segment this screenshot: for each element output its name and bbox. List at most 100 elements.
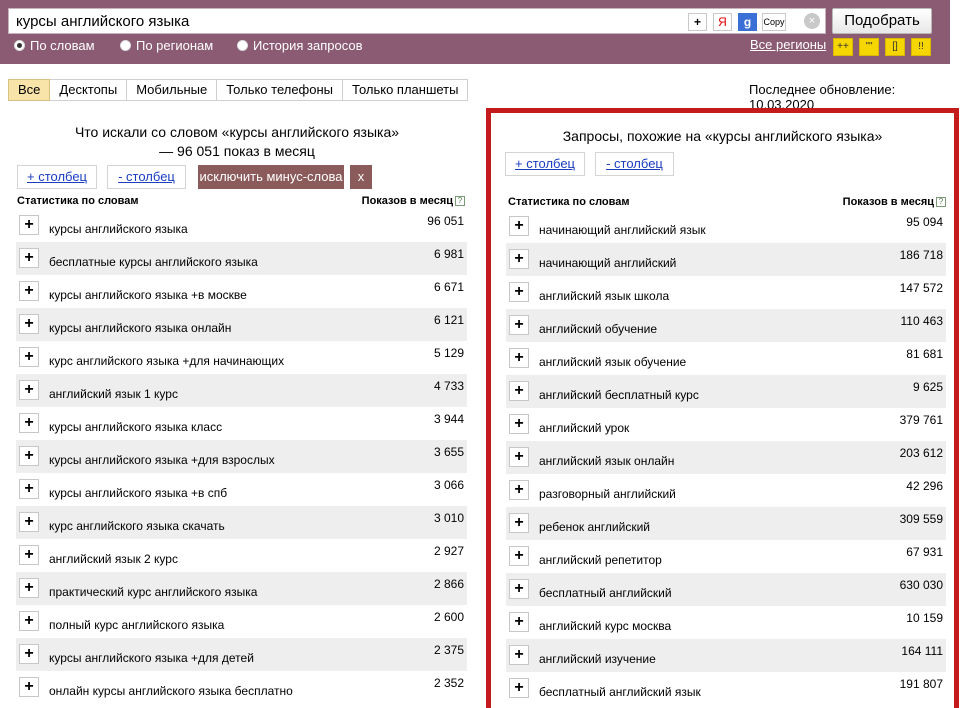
help-icon[interactable]: ? bbox=[455, 196, 465, 206]
tool-button-exclamation[interactable]: !! bbox=[911, 38, 931, 56]
radio-checked-icon[interactable] bbox=[14, 39, 25, 51]
table-row: + курсы английского языка +в москве 6 671 bbox=[16, 275, 467, 308]
add-phrase-button[interactable]: + bbox=[19, 215, 39, 235]
add-phrase-button[interactable]: + bbox=[19, 512, 39, 532]
add-phrase-button[interactable]: + bbox=[509, 612, 529, 632]
phrase-link[interactable]: начинающий английский bbox=[539, 256, 676, 270]
add-phrase-button[interactable]: + bbox=[509, 480, 529, 500]
phrase-link[interactable]: английский язык 2 курс bbox=[49, 552, 178, 566]
add-phrase-button[interactable]: + bbox=[509, 513, 529, 533]
table-row: + английский урок 379 761 bbox=[506, 408, 946, 441]
add-phrase-button[interactable]: + bbox=[19, 479, 39, 499]
search-input[interactable]: курсы английского языка + Я g Copy × bbox=[8, 8, 826, 34]
phrase-link[interactable]: английский урок bbox=[539, 421, 629, 435]
exclude-minus-words-button[interactable]: исключить минус-слова bbox=[198, 165, 344, 189]
add-phrase-button[interactable]: + bbox=[19, 644, 39, 664]
remove-column-button[interactable]: - столбец bbox=[107, 165, 186, 189]
phrase-link[interactable]: бесплатный английский bbox=[539, 586, 672, 600]
phrase-link[interactable]: разговорный английский bbox=[539, 487, 676, 501]
phrase-link[interactable]: начинающий английский язык bbox=[539, 223, 706, 237]
phrase-link[interactable]: курс английского языка +для начинающих bbox=[49, 354, 284, 368]
add-phrase-button[interactable]: + bbox=[19, 545, 39, 565]
add-phrase-button[interactable]: + bbox=[509, 381, 529, 401]
add-phrase-button[interactable]: + bbox=[19, 446, 39, 466]
add-phrase-button[interactable]: + bbox=[509, 678, 529, 698]
phrase-link[interactable]: онлайн курсы английского языка бесплатно bbox=[49, 684, 293, 698]
tab-desktops[interactable]: Десктопы bbox=[50, 79, 128, 101]
remove-column-button[interactable]: - столбец bbox=[595, 152, 674, 176]
tab-all[interactable]: Все bbox=[8, 79, 51, 101]
radio-icon[interactable] bbox=[120, 39, 131, 51]
add-phrase-button[interactable]: + bbox=[19, 314, 39, 334]
phrase-link[interactable]: бесплатный английский язык bbox=[539, 685, 701, 699]
search-query-text[interactable]: курсы английского языка bbox=[16, 13, 189, 30]
phrase-link[interactable]: курсы английского языка +в спб bbox=[49, 486, 227, 500]
add-phrase-button[interactable]: + bbox=[19, 248, 39, 268]
clear-icon[interactable]: × bbox=[804, 13, 820, 29]
phrase-link[interactable]: английский язык онлайн bbox=[539, 454, 674, 468]
google-search-icon[interactable]: g bbox=[738, 13, 757, 31]
add-phrase-button[interactable]: + bbox=[19, 413, 39, 433]
mode-history[interactable]: История запросов bbox=[237, 37, 363, 53]
add-phrase-button[interactable]: + bbox=[509, 348, 529, 368]
impressions-count: 10 159 bbox=[906, 611, 943, 625]
phrase-link[interactable]: курсы английского языка класс bbox=[49, 420, 222, 434]
add-phrase-button[interactable]: + bbox=[19, 281, 39, 301]
device-tabs: Все Десктопы Мобильные Только телефоны Т… bbox=[8, 79, 469, 101]
phrase-link[interactable]: курс английского языка скачать bbox=[49, 519, 225, 533]
phrase-link[interactable]: английский изучение bbox=[539, 652, 656, 666]
close-button[interactable]: x bbox=[350, 165, 372, 189]
tool-button-quotes[interactable]: "" bbox=[859, 38, 879, 56]
phrase-link[interactable]: курсы английского языка онлайн bbox=[49, 321, 231, 335]
add-phrase-button[interactable]: + bbox=[509, 414, 529, 434]
impressions-count: 5 129 bbox=[433, 346, 464, 360]
add-phrase-button[interactable]: + bbox=[509, 546, 529, 566]
phrase-link[interactable]: английский бесплатный курс bbox=[539, 388, 699, 402]
phrase-link[interactable]: английский обучение bbox=[539, 322, 657, 336]
table-row: + курсы английского языка +для взрослых 3 … bbox=[16, 440, 467, 473]
tool-button-brackets[interactable]: [] bbox=[885, 38, 905, 56]
phrase-link[interactable]: английский курс москва bbox=[539, 619, 671, 633]
add-phrase-button[interactable]: + bbox=[19, 380, 39, 400]
phrase-link[interactable]: курсы английского языка bbox=[49, 222, 188, 236]
submit-button[interactable]: Подобрать bbox=[832, 8, 932, 34]
mode-by-regions[interactable]: По регионам bbox=[120, 37, 213, 53]
phrase-link[interactable]: курсы английского языка +для взрослых bbox=[49, 453, 275, 467]
phrase-link[interactable]: английский репетитор bbox=[539, 553, 662, 567]
phrase-link[interactable]: ребенок английский bbox=[539, 520, 650, 534]
phrase-link[interactable]: английский язык школа bbox=[539, 289, 669, 303]
add-phrase-button[interactable]: + bbox=[509, 282, 529, 302]
add-phrase-button[interactable]: + bbox=[509, 216, 529, 236]
phrase-link[interactable]: полный курс английского языка bbox=[49, 618, 224, 632]
phrase-link[interactable]: бесплатные курсы английского языка bbox=[49, 255, 258, 269]
add-phrase-button[interactable]: + bbox=[19, 611, 39, 631]
phrase-link[interactable]: курсы английского языка +в москве bbox=[49, 288, 247, 302]
table-row: + курсы английского языка класс 3 944 bbox=[16, 407, 467, 440]
tab-phones-only[interactable]: Только телефоны bbox=[217, 79, 344, 101]
add-operator-button[interactable]: + bbox=[688, 13, 707, 31]
add-phrase-button[interactable]: + bbox=[509, 645, 529, 665]
radio-icon[interactable] bbox=[237, 39, 248, 51]
add-phrase-button[interactable]: + bbox=[509, 315, 529, 335]
tool-button-plus-plus[interactable]: ++ bbox=[833, 38, 853, 56]
add-phrase-button[interactable]: + bbox=[509, 447, 529, 467]
phrase-link[interactable]: английский язык обучение bbox=[539, 355, 686, 369]
add-phrase-button[interactable]: + bbox=[509, 249, 529, 269]
tab-mobile[interactable]: Мобильные bbox=[127, 79, 218, 101]
add-column-button[interactable]: + столбец bbox=[505, 152, 585, 176]
add-phrase-button[interactable]: + bbox=[509, 579, 529, 599]
phrase-link[interactable]: курсы английского языка +для детей bbox=[49, 651, 254, 665]
mode-by-words[interactable]: По словам bbox=[14, 37, 95, 53]
add-phrase-button[interactable]: + bbox=[19, 677, 39, 697]
phrase-link[interactable]: английский язык 1 курс bbox=[49, 387, 178, 401]
add-phrase-button[interactable]: + bbox=[19, 578, 39, 598]
help-icon[interactable]: ? bbox=[936, 197, 946, 207]
copy-button[interactable]: Copy bbox=[762, 13, 786, 31]
all-regions-link[interactable]: Все регионы bbox=[750, 37, 826, 52]
add-column-button[interactable]: + столбец bbox=[17, 165, 97, 189]
yandex-search-icon[interactable]: Я bbox=[713, 13, 732, 31]
phrase-link[interactable]: практический курс английского языка bbox=[49, 585, 257, 599]
tab-tablets-only[interactable]: Только планшеты bbox=[343, 79, 469, 101]
table-row: + английский язык 2 курс 2 927 bbox=[16, 539, 467, 572]
add-phrase-button[interactable]: + bbox=[19, 347, 39, 367]
